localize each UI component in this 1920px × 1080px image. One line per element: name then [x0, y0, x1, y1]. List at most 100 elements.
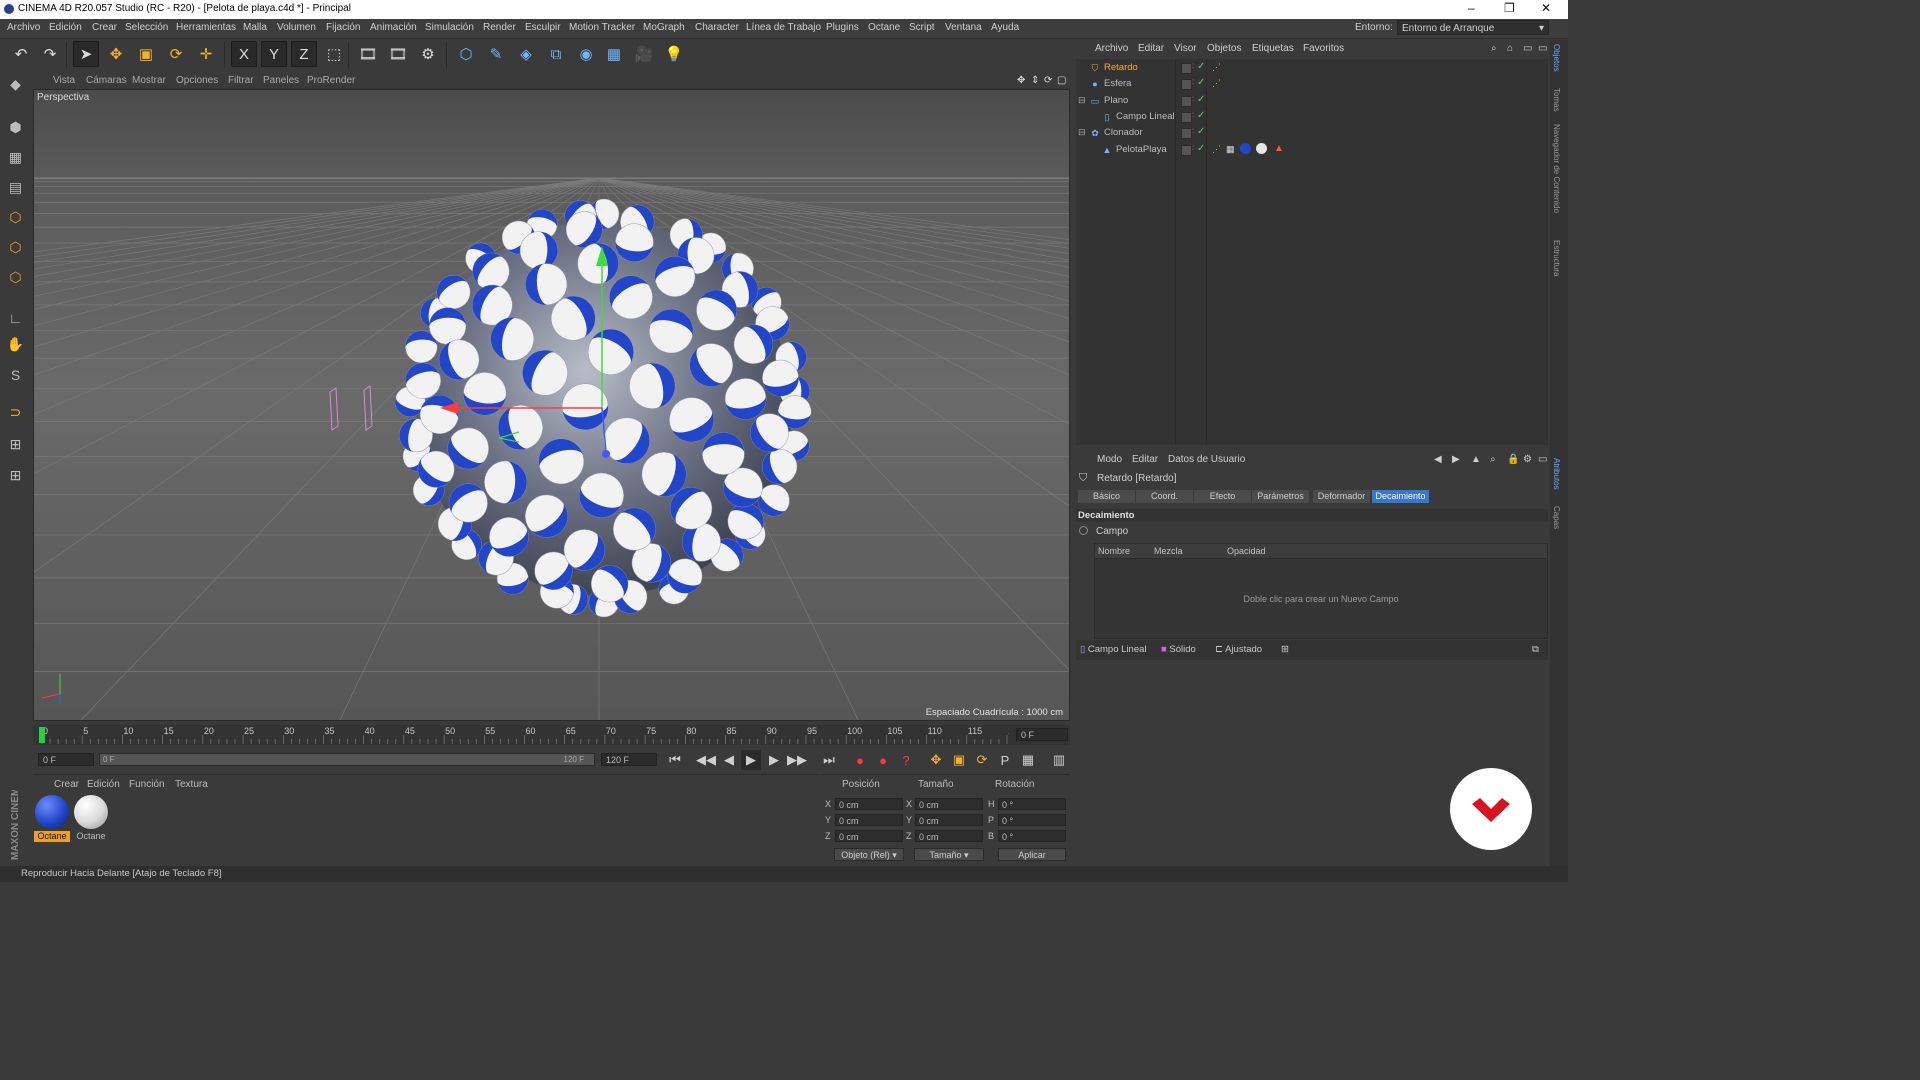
object-row-pelotaplaya[interactable]: ▲ PelotaPlaya: ✓ ⋰ ▦ ▲	[1076, 142, 1548, 158]
render-settings-icon[interactable]: ⚙	[415, 41, 441, 67]
record-active-objects-button[interactable]: ●	[850, 750, 870, 770]
position-y-field[interactable]: 0 cm	[835, 814, 903, 826]
menu-motion-tracker[interactable]: Motion Tracker	[569, 22, 635, 33]
key-scale-button[interactable]: ▣	[949, 750, 969, 770]
previous-key-button[interactable]: ◀◀	[696, 750, 716, 770]
environment-select[interactable]: Entorno de Arranque ▾	[1397, 20, 1549, 35]
settings-icon[interactable]: ⚙	[1523, 454, 1532, 465]
snap-s-icon[interactable]: S	[3, 362, 28, 387]
layer-visibility-toggle[interactable]	[1181, 111, 1192, 123]
autokeying-button[interactable]: ●	[873, 750, 893, 770]
scale-icon[interactable]: ▣	[133, 41, 159, 67]
up-arrow-icon[interactable]: ▲	[1471, 454, 1481, 465]
z-axis-handle[interactable]	[602, 450, 610, 458]
viewport-menu-filtrar[interactable]: Filtrar	[228, 75, 254, 86]
menu-animacion[interactable]: Animación	[370, 22, 417, 33]
size-mode-select[interactable]: Tamaño ▾	[914, 848, 984, 861]
menu-crear[interactable]: Crear	[92, 22, 117, 33]
menu-seleccion[interactable]: Selección	[125, 22, 168, 33]
zoom-icon[interactable]: ⇕	[1031, 75, 1039, 86]
editor-render-dots-icon[interactable]: :	[1192, 77, 1194, 86]
column-mezcla[interactable]: Mezcla	[1154, 546, 1183, 556]
mograph-selection-tag-icon[interactable]: ⋰	[1212, 78, 1221, 89]
enabled-check-icon[interactable]: ✓	[1197, 143, 1205, 154]
menu-ayuda[interactable]: Ayuda	[991, 22, 1019, 33]
workplane-icon[interactable]: ▤	[3, 175, 28, 200]
key-parameter-button[interactable]: P	[995, 750, 1015, 770]
menu-script[interactable]: Script	[909, 22, 935, 33]
magnet-icon[interactable]: ⊃	[3, 400, 28, 425]
material-menu-funcion[interactable]: Función	[129, 779, 165, 790]
texture-mode-icon[interactable]: ▦	[3, 145, 28, 170]
object-row-plano[interactable]: ⊟ ▭ Plano: ✓	[1076, 93, 1548, 109]
object-menu-archivo[interactable]: Archivo	[1095, 43, 1128, 54]
tab-basico[interactable]: Básico	[1078, 490, 1135, 503]
editor-render-dots-icon[interactable]: :	[1192, 126, 1194, 135]
column-nombre[interactable]: Nombre	[1098, 546, 1130, 556]
coordinate-system-icon[interactable]: ⬚	[321, 41, 347, 67]
redo-icon[interactable]: ↷	[37, 41, 63, 67]
phong-tag-icon[interactable]: ▲	[1274, 143, 1284, 154]
object-row-retardo[interactable]: ⛉ Retardo: ✓ ⋰	[1076, 60, 1548, 76]
blue-material-tag-icon[interactable]	[1240, 142, 1251, 154]
x-axis-icon[interactable]: X	[231, 41, 257, 67]
attribute-menu-modo[interactable]: Modo	[1097, 454, 1122, 465]
object-menu-visor[interactable]: Visor	[1174, 43, 1197, 54]
start-frame-field[interactable]: 0 F	[38, 753, 94, 766]
object-row-clonador[interactable]: ⊟ ✿ Clonador: ✓	[1076, 125, 1548, 141]
previous-frame-button[interactable]: ◀	[719, 750, 739, 770]
lock-grid-icon[interactable]: ⊞	[3, 432, 28, 457]
search-icon[interactable]: ⌕	[1490, 454, 1496, 465]
attribute-menu-datos-de-usuario[interactable]: Datos de Usuario	[1168, 454, 1245, 465]
minimize-button[interactable]: –	[1468, 1, 1475, 15]
material-menu-textura[interactable]: Textura	[175, 779, 208, 790]
key-pla-button[interactable]: ▦	[1018, 750, 1038, 770]
y-axis-icon[interactable]: Y	[261, 41, 287, 67]
menu-volumen[interactable]: Volumen	[277, 22, 316, 33]
clamp-field-button[interactable]: ⊏ Ajustado	[1215, 642, 1262, 658]
menu-render[interactable]: Render	[483, 22, 516, 33]
pan-icon[interactable]: ✥	[1017, 75, 1025, 86]
tab-parametros[interactable]: Parámetros	[1252, 490, 1309, 503]
viewport-menu-mostrar[interactable]: Mostrar	[132, 75, 166, 86]
polygons-mode-icon[interactable]: ⬡	[3, 265, 28, 290]
menu-character[interactable]: Character	[695, 22, 739, 33]
field-radio-icon[interactable]	[1079, 526, 1088, 535]
panel-menu-icon[interactable]: ▭	[1538, 43, 1547, 54]
mograph-selection-tag-icon[interactable]: ⋰	[1212, 62, 1221, 73]
light-icon[interactable]: 💡	[661, 41, 687, 67]
timeline-layout-button[interactable]: ▥	[1049, 750, 1069, 770]
viewport-menu-vista[interactable]: Vista	[53, 75, 75, 86]
next-frame-button[interactable]: ▶	[764, 750, 784, 770]
key-rotation-button[interactable]: ⟳	[972, 750, 992, 770]
tab-efecto[interactable]: Efecto	[1194, 490, 1251, 503]
size-z-field[interactable]: 0 cm	[915, 830, 983, 842]
expand-toggle-icon[interactable]: ⊟	[1078, 95, 1086, 106]
viewport-menu-opciones[interactable]: Opciones	[176, 75, 218, 86]
menu-octane[interactable]: Octane	[868, 22, 900, 33]
sound-icon[interactable]: ⊞	[3, 463, 28, 488]
tab-coord[interactable]: Coord.	[1136, 490, 1193, 503]
expand-toggle-icon[interactable]: ⊟	[1078, 127, 1086, 138]
render-view-icon[interactable]: 🎞	[355, 41, 381, 67]
material-swatch-octane-white[interactable]: Octane	[73, 795, 109, 843]
next-key-button[interactable]: ▶▶	[787, 750, 807, 770]
white-material-tag-icon[interactable]	[1256, 142, 1267, 154]
enabled-check-icon[interactable]: ✓	[1197, 61, 1205, 72]
go-to-start-button[interactable]: ⏮	[665, 750, 685, 770]
lock-icon[interactable]: 🔒	[1507, 454, 1519, 465]
side-tab-estructura[interactable]: Estructura	[1552, 240, 1561, 276]
layer-visibility-toggle[interactable]	[1181, 79, 1192, 91]
layer-visibility-toggle[interactable]	[1181, 144, 1192, 156]
editor-render-dots-icon[interactable]: :	[1192, 143, 1194, 152]
size-x-field[interactable]: 0 cm	[915, 798, 983, 810]
field-layer-menu-icon[interactable]: ⊞	[1281, 642, 1289, 658]
maximize-icon[interactable]: ▢	[1057, 75, 1066, 86]
menu-edicion[interactable]: Edición	[49, 22, 82, 33]
enabled-check-icon[interactable]: ✓	[1197, 126, 1205, 137]
timeline-ticks[interactable]: 0 5 10 15 20 25 30 35 40 45 50 55 60 65 70 75 80 85 90 95 10…	[39, 725, 1009, 745]
menu-fijacion[interactable]: Fijación	[326, 22, 360, 33]
maximize-button[interactable]: ❐	[1504, 1, 1515, 15]
field-list-toggle-icon[interactable]: ⧉	[1532, 642, 1539, 658]
enabled-check-icon[interactable]: ✓	[1197, 110, 1205, 121]
